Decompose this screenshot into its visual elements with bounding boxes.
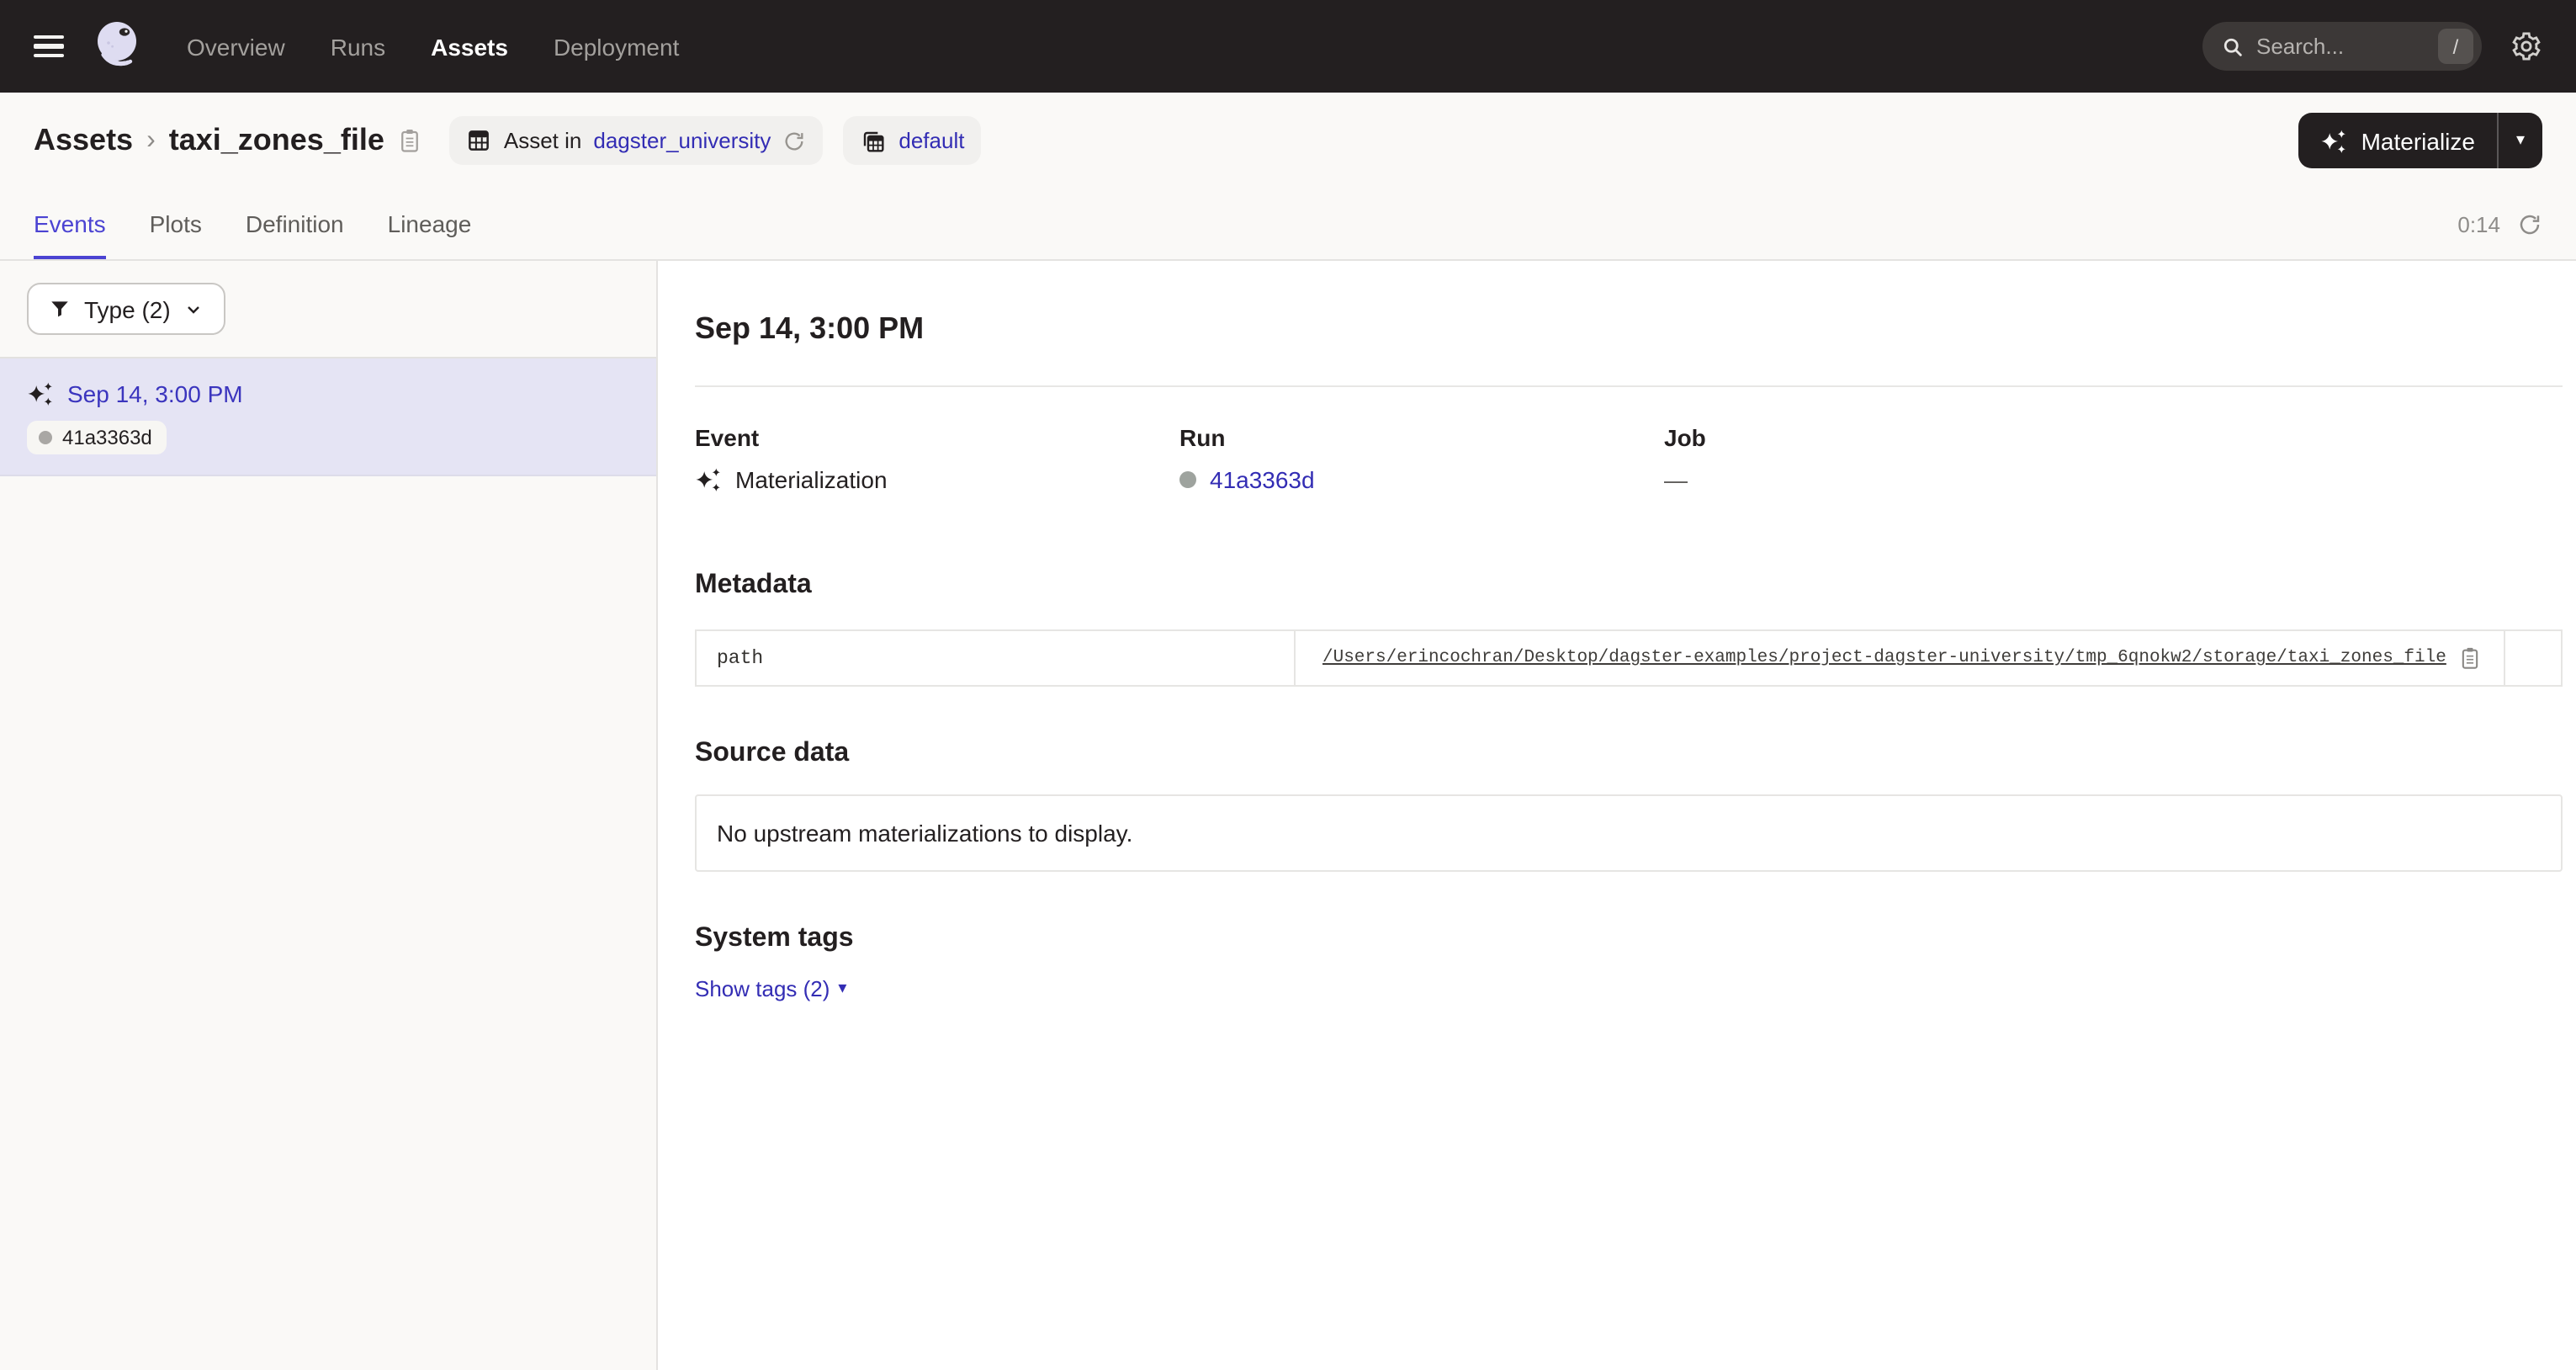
table-grid-icon xyxy=(467,128,492,153)
job-column: Job — xyxy=(1664,424,2563,493)
metadata-extra-cell xyxy=(2504,630,2562,686)
event-list-sidebar: Type (2) Sep 14, 3:00 PM xyxy=(0,261,658,1370)
asset-tabs: Events Plots Definition Lineage xyxy=(34,189,471,259)
search-icon xyxy=(2221,35,2245,58)
asset-header: Assets › taxi_zones_file Asset in dagste… xyxy=(0,93,2576,189)
metadata-table: path /Users/erincochran/Desktop/dagster-… xyxy=(695,629,2563,687)
group-default-link[interactable]: default xyxy=(898,128,964,153)
search-placeholder: Search... xyxy=(2256,34,2426,59)
dagster-app: Overview Runs Assets Deployment Search..… xyxy=(0,0,2576,1370)
group-badge: default xyxy=(843,116,981,165)
reload-repository-icon[interactable] xyxy=(782,129,806,152)
heading-divider xyxy=(695,385,2563,387)
search-input[interactable]: Search... / xyxy=(2202,22,2482,71)
breadcrumb-assets-link[interactable]: Assets xyxy=(34,123,133,158)
nav-item-deployment[interactable]: Deployment xyxy=(554,33,679,60)
refresh-icon[interactable] xyxy=(2517,211,2542,236)
job-empty-value: — xyxy=(1664,466,1688,493)
refresh-countdown: 0:14 xyxy=(2457,211,2500,236)
show-tags-toggle[interactable]: Show tags (2) ▾ xyxy=(695,976,846,1001)
event-label: Event xyxy=(695,424,1179,451)
metadata-value-cell: /Users/erincochran/Desktop/dagster-examp… xyxy=(1295,630,2504,686)
event-detail-panel: Sep 14, 3:00 PM Event Materialization xyxy=(658,261,2576,1370)
materialize-sparkle-icon xyxy=(2321,127,2348,154)
type-filter-button[interactable]: Type (2) xyxy=(27,283,226,335)
event-list-item[interactable]: Sep 14, 3:00 PM 41a3363d xyxy=(0,358,656,476)
asset-location-badge: Asset in dagster_university xyxy=(450,116,824,165)
tab-events[interactable]: Events xyxy=(34,189,106,259)
type-filter-label: Type (2) xyxy=(84,295,171,322)
search-shortcut-key: / xyxy=(2438,29,2473,64)
event-group-heading: Sep 14, 3:00 PM xyxy=(695,311,2563,347)
system-tags-heading: System tags xyxy=(695,924,2563,954)
run-status-dot xyxy=(1179,471,1196,488)
event-details: Event Materialization Run 41a33 xyxy=(695,424,2563,493)
run-column: Run 41a3363d xyxy=(1179,424,1664,493)
settings-gear-icon[interactable] xyxy=(2510,30,2542,62)
top-navbar: Overview Runs Assets Deployment Search..… xyxy=(0,0,2576,93)
tab-definition[interactable]: Definition xyxy=(246,189,344,259)
materialize-dropdown-button[interactable]: ▾ xyxy=(2497,113,2542,168)
repository-link[interactable]: dagster_university xyxy=(593,128,771,153)
run-id-pill[interactable]: 41a3363d xyxy=(27,421,167,454)
job-label: Job xyxy=(1664,424,2563,451)
breadcrumb-separator: › xyxy=(146,125,156,156)
system-tags-section: System tags Show tags (2) ▾ xyxy=(695,924,2563,1005)
asset-location-prefix: Asset in xyxy=(504,128,582,153)
materialize-button-label: Materialize xyxy=(2361,127,2475,154)
metadata-heading: Metadata xyxy=(695,571,2563,601)
materialize-split-button: Materialize ▾ xyxy=(2299,113,2542,168)
tab-plots[interactable]: Plots xyxy=(150,189,202,259)
grid-copy-icon xyxy=(860,127,887,154)
materialization-sparkle-icon xyxy=(695,466,722,493)
run-id-link[interactable]: 41a3363d xyxy=(1210,466,1315,493)
metadata-path-link[interactable]: /Users/erincochran/Desktop/dagster-examp… xyxy=(1322,648,2446,668)
filter-row: Type (2) xyxy=(0,261,656,358)
tab-lineage[interactable]: Lineage xyxy=(388,189,472,259)
filter-funnel-icon xyxy=(49,298,71,320)
copy-asset-name-icon[interactable] xyxy=(398,126,423,155)
primary-nav: Overview Runs Assets Deployment xyxy=(187,33,679,60)
materialization-sparkle-icon xyxy=(27,380,54,407)
metadata-section: Metadata path /Users/erincochran/Desktop… xyxy=(695,571,2563,687)
nav-item-overview[interactable]: Overview xyxy=(187,33,285,60)
run-label: Run xyxy=(1179,424,1664,451)
source-data-empty-message: No upstream materializations to display. xyxy=(695,794,2563,872)
metadata-row: path /Users/erincochran/Desktop/dagster-… xyxy=(696,630,2562,686)
materialize-button[interactable]: Materialize xyxy=(2299,113,2497,168)
nav-item-assets[interactable]: Assets xyxy=(431,33,508,60)
asset-tabs-bar: Events Plots Definition Lineage 0:14 xyxy=(0,189,2576,261)
copy-path-icon[interactable] xyxy=(2458,645,2482,672)
event-column: Event Materialization xyxy=(695,424,1179,493)
event-type-value: Materialization xyxy=(735,466,888,493)
caret-down-icon: ▾ xyxy=(2516,131,2525,150)
run-status-dot xyxy=(39,431,52,444)
run-id-label: 41a3363d xyxy=(62,426,152,449)
chevron-down-icon xyxy=(184,299,204,319)
dagster-logo-icon[interactable] xyxy=(91,19,146,74)
hamburger-menu-icon[interactable] xyxy=(34,35,64,57)
caret-down-icon: ▾ xyxy=(838,980,846,998)
source-data-section: Source data No upstream materializations… xyxy=(695,739,2563,872)
event-timestamp-link[interactable]: Sep 14, 3:00 PM xyxy=(67,380,243,407)
breadcrumb-asset-name: taxi_zones_file xyxy=(169,123,384,158)
source-data-heading: Source data xyxy=(695,739,2563,769)
show-tags-label: Show tags (2) xyxy=(695,976,830,1001)
metadata-key: path xyxy=(696,630,1295,686)
nav-item-runs[interactable]: Runs xyxy=(331,33,385,60)
